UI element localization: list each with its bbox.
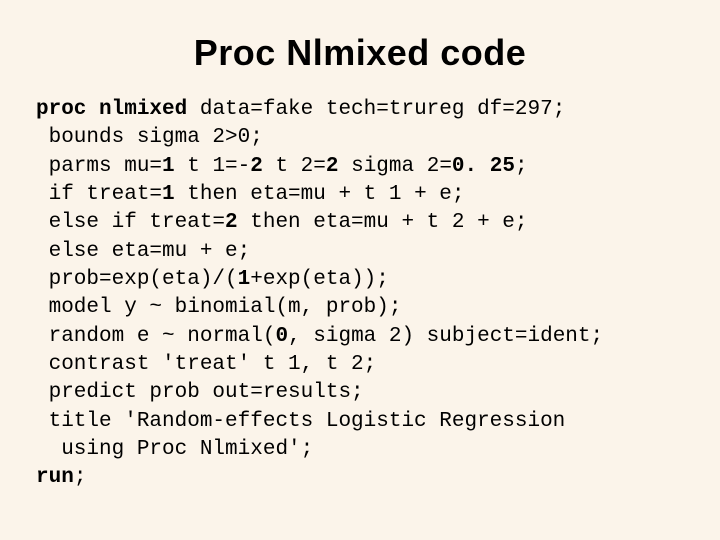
- code-l12a: title 'Random-effects Logistic Regressio…: [36, 410, 565, 433]
- code-l4c: then eta=mu + t 1 + e;: [175, 183, 465, 206]
- code-l7a: prob=exp(eta)/(: [36, 268, 238, 291]
- code-l3b: 1: [162, 155, 175, 178]
- code-l5c: then eta=mu + t 2 + e;: [238, 211, 528, 234]
- code-l7b: 1: [238, 268, 251, 291]
- slide-title: Proc Nlmixed code: [36, 32, 684, 74]
- code-l3a: parms mu=: [36, 155, 162, 178]
- code-l7c: +exp(eta));: [250, 268, 389, 291]
- code-l11: predict prob out=results;: [36, 381, 364, 404]
- code-l1-rest: data=fake tech=trureg df=297;: [187, 98, 565, 121]
- code-l4a: if treat=: [36, 183, 162, 206]
- code-l9b: 0: [275, 325, 288, 348]
- code-l10: contrast 'treat' t 1, t 2;: [36, 353, 376, 376]
- code-l2: bounds sigma 2>0;: [36, 126, 263, 149]
- code-l12b: using Proc Nlmixed';: [36, 438, 313, 461]
- code-l6: else eta=mu + e;: [36, 240, 250, 263]
- code-l9a: random e ~ normal(: [36, 325, 275, 348]
- code-l5b: 2: [225, 211, 238, 234]
- slide: Proc Nlmixed code proc nlmixed data=fake…: [0, 0, 720, 540]
- kw-run: run: [36, 466, 74, 489]
- code-run-semi: ;: [74, 466, 87, 489]
- code-l3g: sigma 2=: [339, 155, 452, 178]
- code-l3e: t 2=: [263, 155, 326, 178]
- code-l3c: t 1=-: [175, 155, 251, 178]
- code-l3i: ;: [515, 155, 528, 178]
- kw-proc-nlmixed: proc nlmixed: [36, 98, 187, 121]
- code-l8: model y ~ binomial(m, prob);: [36, 296, 401, 319]
- code-l3d: 2: [250, 155, 263, 178]
- code-l5a: else if treat=: [36, 211, 225, 234]
- code-l3f: 2: [326, 155, 339, 178]
- code-l9c: , sigma 2) subject=ident;: [288, 325, 603, 348]
- code-block: proc nlmixed data=fake tech=trureg df=29…: [36, 96, 684, 493]
- code-l4b: 1: [162, 183, 175, 206]
- code-l3h: 0. 25: [452, 155, 515, 178]
